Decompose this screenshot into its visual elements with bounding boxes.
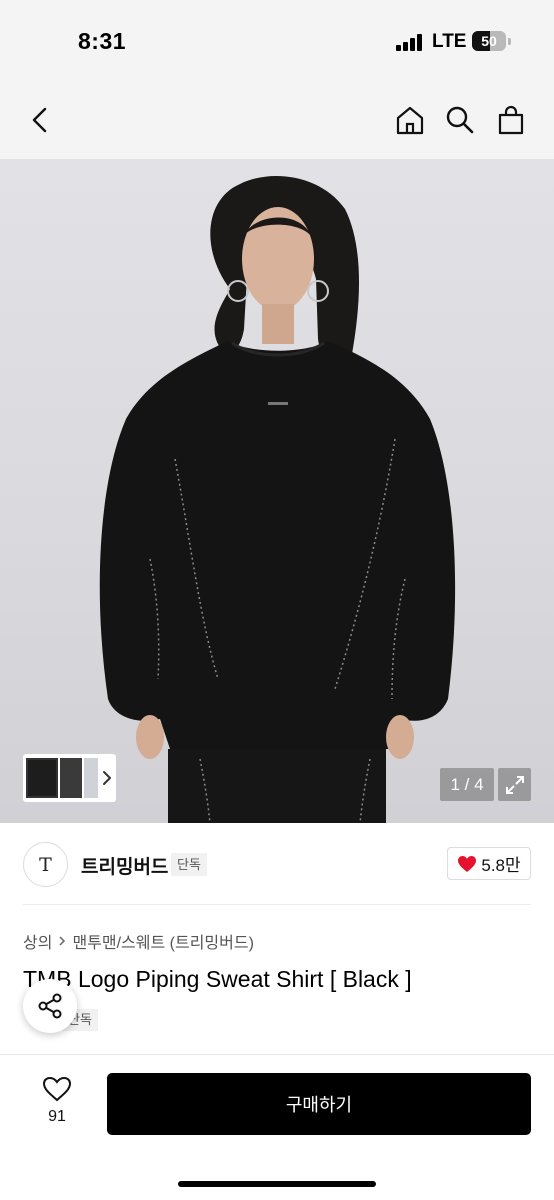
home-icon <box>396 106 424 135</box>
status-bar: 8:31 LTE 50 <box>0 0 554 84</box>
thumbnail-2[interactable] <box>60 758 82 798</box>
breadcrumb: 상의 맨투맨/스웨트 (트리밍버드) <box>23 929 254 953</box>
divider <box>23 904 531 905</box>
search-icon <box>446 106 474 134</box>
signal-icon <box>396 33 424 51</box>
exclusive-badge: 단독 <box>171 853 207 876</box>
breadcrumb-item[interactable]: 상의 <box>23 929 52 953</box>
brand-name[interactable]: 트리밍버드 <box>81 852 168 879</box>
share-icon <box>38 993 62 1019</box>
wishlist-count: 91 <box>48 1108 66 1125</box>
thumbnail-1[interactable] <box>26 758 58 798</box>
thumbnail-strip[interactable] <box>23 754 116 802</box>
home-indicator <box>178 1181 376 1187</box>
chevron-right-icon[interactable] <box>101 767 113 789</box>
search-button[interactable] <box>440 100 480 140</box>
product-title: TMB Logo Piping Sweat Shirt [ Black ] <box>23 966 412 992</box>
brand-like-button[interactable]: 5.8만 <box>447 847 531 880</box>
expand-button[interactable] <box>498 768 531 801</box>
network-type: LTE <box>432 31 467 52</box>
heart-icon <box>458 855 477 872</box>
top-nav-bar <box>0 84 554 159</box>
buy-button[interactable]: 구매하기 <box>107 1073 531 1135</box>
back-button[interactable] <box>20 100 60 140</box>
wishlist-button[interactable]: 91 <box>30 1074 84 1134</box>
model-photo <box>99 176 456 823</box>
expand-icon <box>505 775 524 794</box>
chevron-right-icon <box>59 936 66 946</box>
status-time: 8:31 <box>78 28 127 54</box>
heart-outline-icon <box>42 1076 72 1102</box>
cart-button[interactable] <box>491 100 531 140</box>
brand-like-count: 5.8만 <box>481 856 521 875</box>
share-button[interactable] <box>23 979 77 1033</box>
brand-logo-text: T <box>39 853 52 876</box>
battery-level: 50 <box>481 33 497 49</box>
shopping-bag-icon <box>498 105 524 135</box>
product-image[interactable] <box>0 159 554 823</box>
image-counter: 1 / 4 <box>440 768 494 801</box>
breadcrumb-item[interactable]: 맨투맨/스웨트 (트리밍버드) <box>72 929 253 953</box>
home-button[interactable] <box>390 100 430 140</box>
thumbnail-3[interactable] <box>84 758 98 798</box>
back-chevron-icon <box>32 107 47 133</box>
battery-tip <box>508 38 511 45</box>
battery-icon: 50 <box>472 31 506 51</box>
brand-logo[interactable]: T <box>23 842 68 887</box>
